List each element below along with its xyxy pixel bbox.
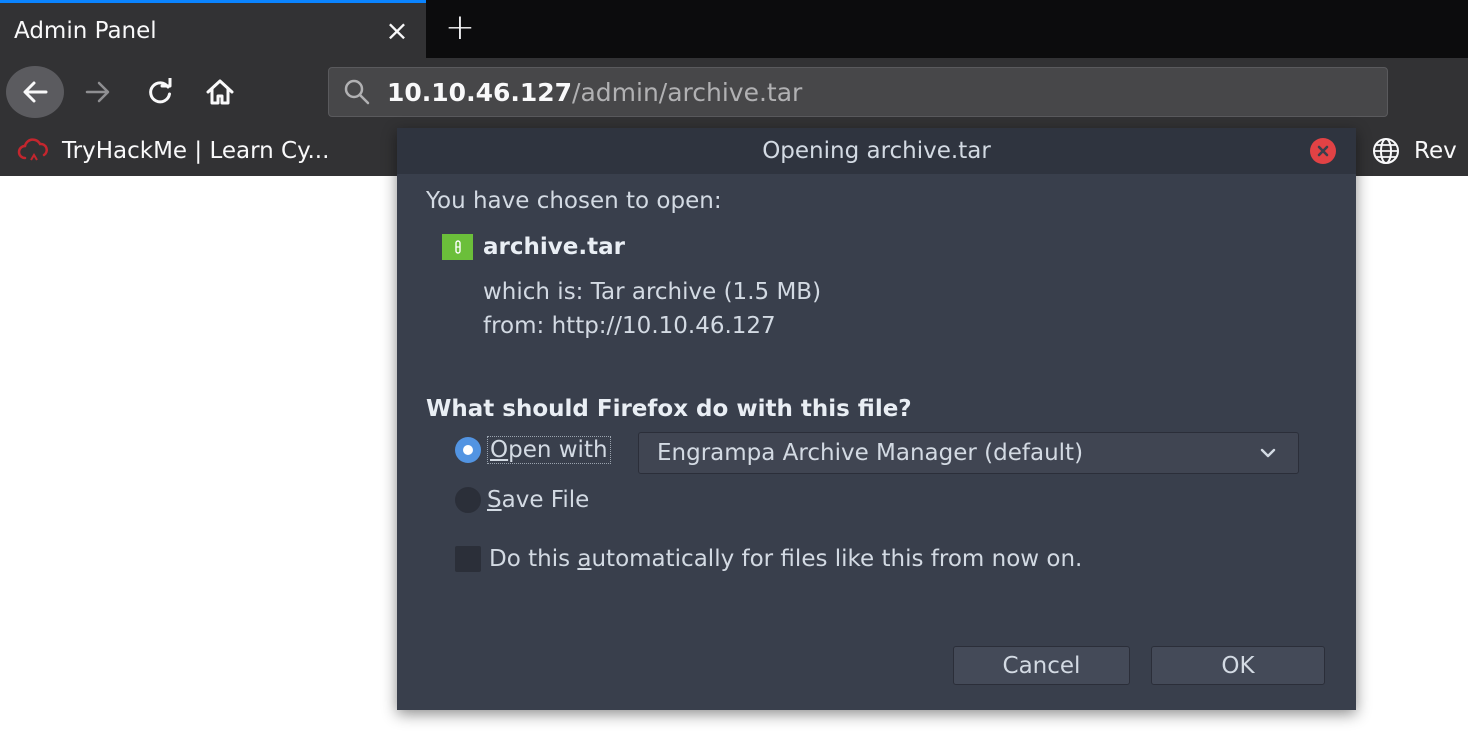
open-with-label[interactable]: Open with (487, 436, 611, 464)
open-with-option[interactable]: Open with (455, 436, 611, 464)
auto-action-checkbox[interactable] (455, 546, 481, 572)
tab-admin-panel[interactable]: Admin Panel × (0, 0, 426, 58)
application-select[interactable]: Engrampa Archive Manager (default) (638, 432, 1299, 474)
back-button[interactable] (6, 66, 64, 118)
search-icon (339, 74, 375, 110)
arrow-left-icon (23, 81, 48, 103)
chevron-down-icon (1256, 441, 1280, 465)
dialog-titlebar[interactable]: Opening archive.tar (397, 128, 1356, 174)
reload-button[interactable] (138, 68, 182, 116)
file-source-row: from: http://10.10.46.127 (483, 313, 776, 339)
bookmark-label: Rev (1414, 138, 1457, 164)
file-type-value: Tar archive (1.5 MB) (590, 279, 822, 305)
tab-title: Admin Panel (14, 17, 157, 44)
auto-action-option[interactable]: Do this automatically for files like thi… (455, 546, 1082, 572)
tab-close-icon[interactable]: × (382, 16, 412, 45)
globe-icon (1368, 136, 1404, 166)
auto-action-label[interactable]: Do this automatically for files like thi… (489, 546, 1082, 572)
open-file-dialog: Opening archive.tar You have chosen to o… (397, 128, 1356, 710)
bookmark-tryhackme[interactable]: TryHackMe | Learn Cy... (16, 126, 329, 176)
save-file-label[interactable]: Save File (487, 487, 589, 513)
save-file-option[interactable]: Save File (455, 487, 589, 513)
url-path: /admin/archive.tar (572, 77, 803, 107)
home-button[interactable] (198, 68, 242, 116)
navigation-toolbar: 10.10.46.127/admin/archive.tar (0, 58, 1468, 126)
open-with-radio[interactable] (455, 437, 481, 463)
ok-button[interactable]: OK (1151, 646, 1325, 685)
url-text: 10.10.46.127/admin/archive.tar (387, 78, 802, 107)
file-type-row: which is: Tar archive (1.5 MB) (483, 279, 821, 305)
which-is-label: which is: (483, 279, 584, 305)
reload-icon (149, 78, 172, 104)
file-source-value: http://10.10.46.127 (551, 313, 776, 339)
chosen-to-open-label: You have chosen to open: (426, 188, 722, 214)
file-info: archive.tar (442, 234, 625, 260)
file-name: archive.tar (483, 234, 625, 260)
tab-strip: Admin Panel × + (0, 0, 1468, 58)
cancel-button[interactable]: Cancel (953, 646, 1130, 685)
new-tab-button[interactable]: + (440, 8, 480, 48)
url-bar[interactable]: 10.10.46.127/admin/archive.tar (328, 67, 1388, 117)
url-host: 10.10.46.127 (387, 77, 573, 107)
bookmark-label: TryHackMe | Learn Cy... (62, 138, 330, 164)
application-select-value: Engrampa Archive Manager (default) (657, 440, 1084, 466)
save-file-radio[interactable] (455, 487, 481, 513)
from-label: from: (483, 313, 545, 339)
close-icon (1317, 145, 1329, 157)
dialog-close-button[interactable] (1310, 138, 1336, 164)
archive-file-icon (442, 234, 473, 260)
dialog-title: Opening archive.tar (762, 138, 991, 164)
bookmark-rev[interactable]: Rev (1368, 126, 1457, 176)
action-question: What should Firefox do with this file? (426, 396, 912, 422)
tryhackme-cloud-icon (16, 136, 52, 166)
arrow-right-icon (85, 81, 110, 103)
home-icon (206, 79, 234, 105)
forward-button[interactable] (76, 68, 120, 116)
